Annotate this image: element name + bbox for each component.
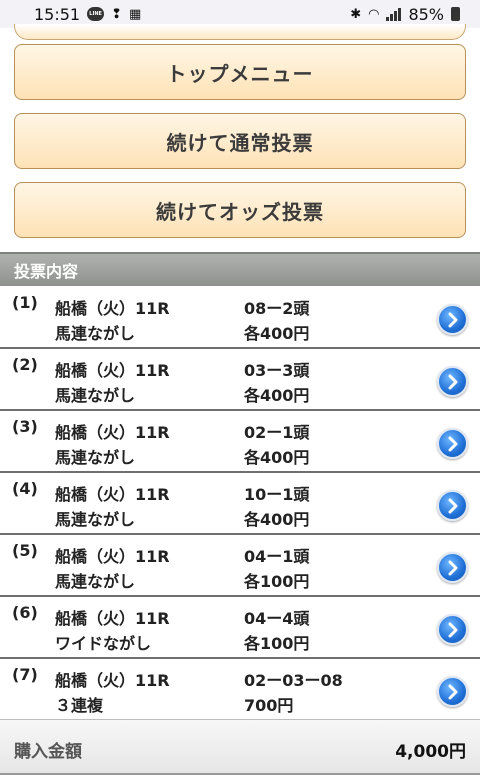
bet-row[interactable]: (1) 船橋（火）11R 馬連ながし 08ー2頭 各400円 [0,287,480,349]
bet-amount: 各400円 [244,324,310,343]
bet-number: (3) [12,417,38,436]
bet-section-header: 投票内容 [0,252,480,286]
bet-combination: 02ー03ー08 [244,671,343,690]
bet-type: 馬連ながし [55,448,136,467]
continue-odds-vote-button[interactable]: 続けてオッズ投票 [14,182,466,238]
purchase-total-row: 購入金額 4,000円 [0,719,480,775]
notification-icon: ❢ [111,6,123,22]
bet-amount: 各100円 [244,572,310,591]
bet-row[interactable]: (4) 船橋（火）11R 馬連ながし 10ー1頭 各400円 [0,473,480,535]
bet-row[interactable]: (2) 船橋（火）11R 馬連ながし 03ー3頭 各400円 [0,349,480,411]
bet-combination: 04ー1頭 [244,547,310,566]
bet-number: (5) [12,541,38,560]
bet-race: 船橋（火）11R [55,547,170,566]
bet-amount: 各400円 [244,448,310,467]
bet-number: (4) [12,479,38,498]
chevron-right-icon[interactable] [437,366,468,397]
chevron-right-icon[interactable] [437,552,468,583]
bet-combination: 03ー3頭 [244,361,310,380]
signal-icon [386,7,402,21]
status-right: ✱ ◠ 85% [350,5,460,24]
bet-row[interactable]: (7) 船橋（火）11R ３連複 02ー03ー08 700円 [0,659,480,721]
bet-number: (2) [12,355,38,374]
bluetooth-icon: ✱ [350,6,362,22]
bet-combination: 02ー1頭 [244,423,310,442]
bet-race: 船橋（火）11R [55,485,170,504]
windows-icon: ▦ [129,6,142,22]
bet-type: 馬連ながし [55,324,136,343]
continue-normal-vote-button[interactable]: 続けて通常投票 [14,113,466,169]
bet-type: ワイドながし [55,634,152,653]
chevron-right-icon[interactable] [437,676,468,707]
bet-combination: 04ー4頭 [244,609,310,628]
status-left: 15:51 LINE ❢ ▦ [34,5,141,24]
bet-type: 馬連ながし [55,510,136,529]
top-menu-button[interactable]: トップメニュー [14,44,466,100]
battery-icon [451,7,460,21]
chevron-right-icon[interactable] [437,428,468,459]
bet-number: (7) [12,665,38,684]
bet-race: 船橋（火）11R [55,299,170,318]
bet-type: ３連複 [55,696,104,715]
bet-row[interactable]: (6) 船橋（火）11R ワイドながし 04ー4頭 各100円 [0,597,480,659]
previous-button-edge[interactable] [14,24,466,40]
bet-type: 馬連ながし [55,572,136,591]
chevron-right-icon[interactable] [437,304,468,335]
battery-percent: 85% [408,4,444,24]
bet-row[interactable]: (3) 船橋（火）11R 馬連ながし 02ー1頭 各400円 [0,411,480,473]
bet-race: 船橋（火）11R [55,423,170,442]
bet-race: 船橋（火）11R [55,609,170,628]
bet-amount: 各100円 [244,634,310,653]
bet-list: (1) 船橋（火）11R 馬連ながし 08ー2頭 各400円 (2) 船橋（火）… [0,287,480,721]
chevron-right-icon[interactable] [437,490,468,521]
purchase-total-label: 購入金額 [14,742,82,762]
line-icon: LINE [87,7,105,21]
bet-type: 馬連ながし [55,386,136,405]
bet-amount: 各400円 [244,510,310,529]
bet-race: 船橋（火）11R [55,361,170,380]
bet-combination: 08ー2頭 [244,299,310,318]
chevron-right-icon[interactable] [437,614,468,645]
bet-number: (6) [12,603,38,622]
bet-race: 船橋（火）11R [55,671,170,690]
purchase-total-value: 4,000円 [395,742,466,762]
bet-amount: 各400円 [244,386,310,405]
bet-number: (1) [12,293,38,312]
bet-amount: 700円 [244,696,294,715]
bet-combination: 10ー1頭 [244,485,310,504]
bet-row[interactable]: (5) 船橋（火）11R 馬連ながし 04ー1頭 各100円 [0,535,480,597]
wifi-icon: ◠ [368,6,380,22]
status-time: 15:51 [34,4,81,24]
